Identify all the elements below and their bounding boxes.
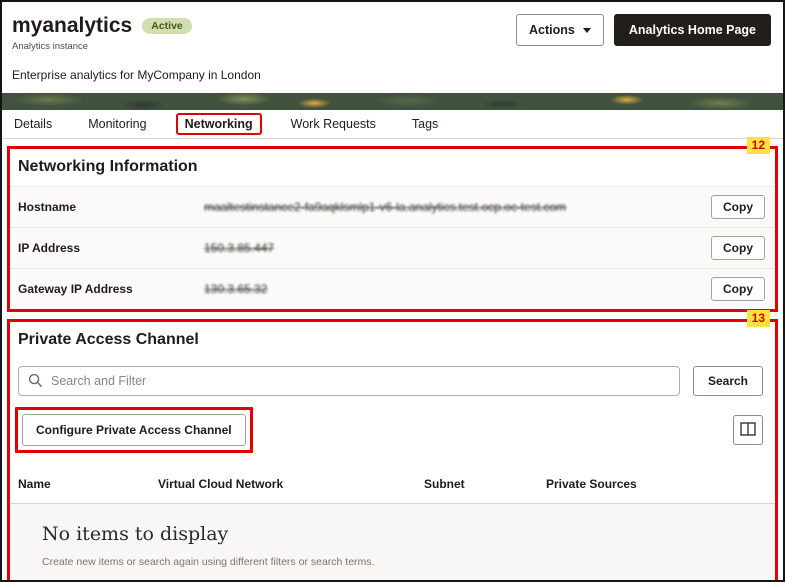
hostname-row: Hostname maaltestinstance2-fa9aqklsmlp1-…	[10, 186, 775, 227]
search-box	[18, 366, 680, 396]
search-row: Search	[10, 359, 775, 400]
tab-networking[interactable]: Networking	[185, 117, 253, 131]
table-columns-button[interactable]	[733, 415, 763, 445]
tab-work-requests[interactable]: Work Requests	[291, 117, 376, 131]
copy-gateway-ip-button[interactable]: Copy	[711, 277, 765, 301]
search-input[interactable]	[18, 366, 680, 396]
private-access-table-header: Name Virtual Cloud Network Subnet Privat…	[10, 463, 775, 504]
hostname-label: Hostname	[18, 200, 77, 214]
networking-information-heading: Networking Information	[18, 158, 198, 175]
gateway-ip-label: Gateway IP Address	[18, 282, 133, 296]
networking-tab-annotation: Networking	[175, 113, 262, 135]
empty-state-title: No items to display	[42, 523, 229, 545]
tab-tags[interactable]: Tags	[412, 117, 438, 131]
ip-address-label: IP Address	[18, 241, 81, 255]
instance-type-label: Analytics instance	[12, 41, 89, 52]
page-title: myanalytics	[12, 14, 133, 37]
column-header-subnet: Subnet	[424, 477, 465, 491]
configure-private-access-channel-button[interactable]: Configure Private Access Channel	[22, 414, 246, 446]
search-icon	[28, 373, 43, 393]
ip-address-value: 150.3.85.447	[204, 241, 275, 255]
annotation-badge-12: 12	[746, 137, 770, 154]
column-header-name: Name	[18, 477, 51, 491]
page-header: myanalytics Active Analytics instance Ac…	[2, 2, 783, 82]
decorative-banner	[2, 93, 783, 110]
columns-icon	[740, 421, 756, 439]
configure-row: Configure Private Access Channel	[10, 400, 775, 459]
analytics-instance-page: myanalytics Active Analytics instance Ac…	[0, 0, 785, 582]
ip-address-row: IP Address 150.3.85.447 Copy	[10, 227, 775, 268]
gateway-ip-value: 130.3.65.32	[204, 282, 268, 296]
actions-button-label: Actions	[529, 23, 575, 37]
tab-bar: Details Monitoring Networking Work Reque…	[2, 110, 783, 139]
empty-state-subtitle: Create new items or search again using d…	[42, 556, 375, 568]
private-access-channel-section: 13 Private Access Channel Search Configu…	[7, 310, 778, 580]
copy-ip-address-button[interactable]: Copy	[711, 236, 765, 260]
private-access-channel-heading: Private Access Channel	[18, 331, 199, 348]
hostname-value: maaltestinstance2-fa9aqklsmlp1-v6-la.ana…	[204, 200, 567, 214]
analytics-home-page-button[interactable]: Analytics Home Page	[613, 14, 771, 46]
chevron-down-icon	[582, 27, 591, 33]
networking-information-section: 12 Networking Information Hostname maalt…	[7, 137, 778, 312]
gateway-ip-row: Gateway IP Address 130.3.65.32 Copy	[10, 268, 775, 309]
configure-button-annotation: Configure Private Access Channel	[15, 407, 253, 453]
status-badge: Active	[142, 18, 192, 34]
actions-button[interactable]: Actions	[516, 14, 604, 46]
empty-state: No items to display Create new items or …	[10, 504, 775, 580]
column-header-vcn: Virtual Cloud Network	[158, 477, 284, 491]
search-button[interactable]: Search	[692, 366, 763, 396]
instance-description: Enterprise analytics for MyCompany in Lo…	[12, 68, 261, 82]
copy-hostname-button[interactable]: Copy	[711, 195, 765, 219]
column-header-private-sources: Private Sources	[546, 477, 637, 491]
tab-monitoring[interactable]: Monitoring	[88, 117, 146, 131]
annotation-badge-13: 13	[746, 310, 770, 327]
tab-details[interactable]: Details	[14, 117, 52, 131]
